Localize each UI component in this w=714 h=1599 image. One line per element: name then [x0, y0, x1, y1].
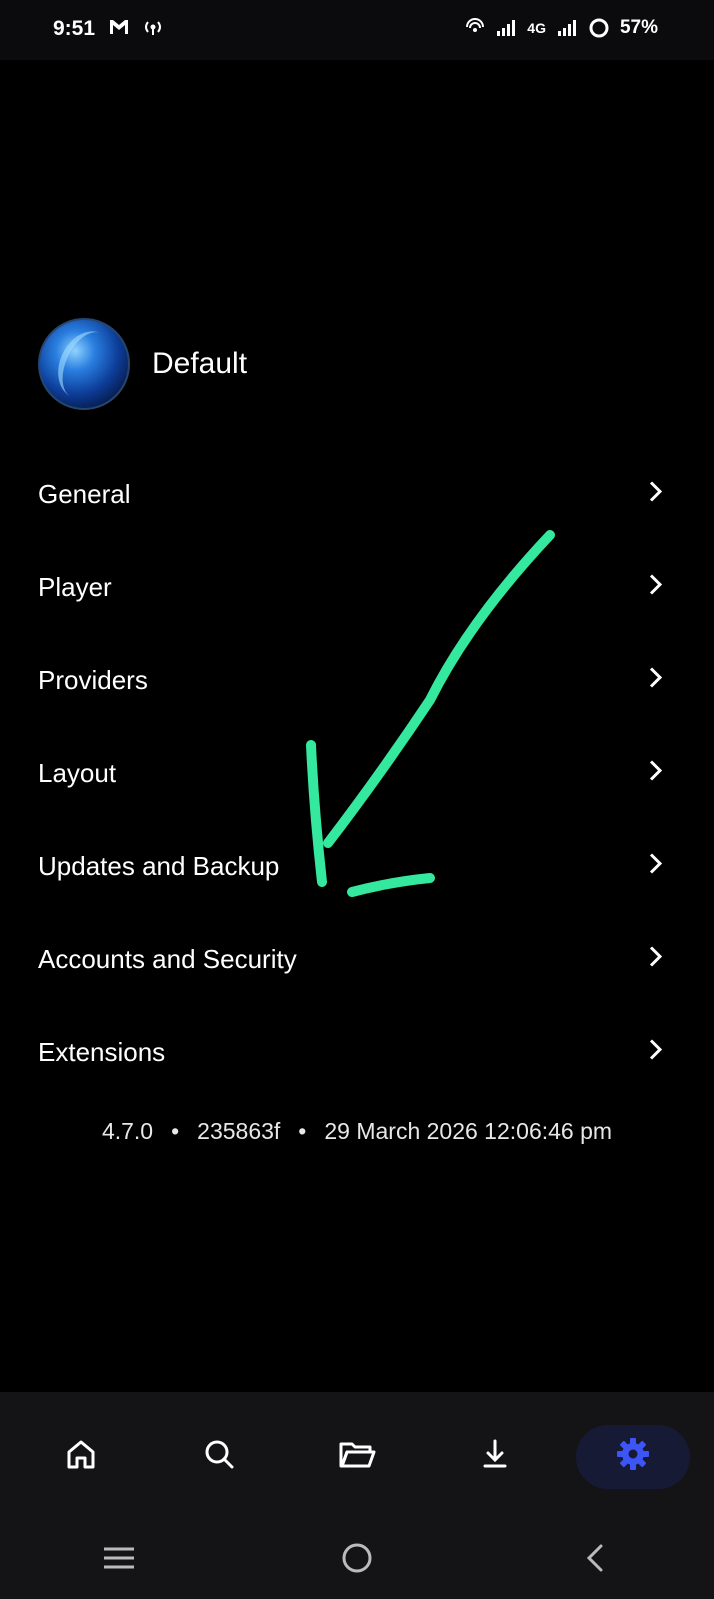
menu-item-label: Layout	[38, 758, 117, 788]
menu-item-layout[interactable]: Layout	[0, 727, 714, 820]
back-chevron-icon	[583, 1542, 607, 1579]
menu-item-general[interactable]: General	[0, 448, 714, 541]
menu-item-label: Player	[38, 572, 112, 602]
nav-home[interactable]	[24, 1425, 138, 1489]
chevron-right-icon	[648, 944, 664, 975]
bottom-nav	[0, 1392, 714, 1521]
version-info: 4.7.0 • 235863f • 29 March 2026 12:06:46 pm	[101, 1118, 613, 1144]
gmail-icon	[108, 18, 130, 41]
menu-item-providers[interactable]: Providers	[0, 634, 714, 727]
circle-home-icon	[340, 1541, 374, 1580]
settings-icon	[614, 1435, 652, 1478]
system-nav-bar	[0, 1521, 714, 1599]
commit-hash: 235863f	[197, 1118, 281, 1144]
back-button[interactable]	[555, 1530, 635, 1590]
hotspot-icon	[140, 18, 166, 41]
nav-downloads[interactable]	[438, 1425, 552, 1489]
build-date: 29 March 2026 12:06:46 pm	[324, 1118, 613, 1144]
avatar[interactable]	[38, 318, 130, 410]
menu-item-label: Updates and Backup	[38, 851, 280, 881]
recents-button[interactable]	[79, 1530, 159, 1590]
menu-item-label: Providers	[38, 665, 148, 695]
download-icon	[477, 1436, 513, 1477]
status-time: 9:51	[53, 17, 96, 40]
menu-item-updates-and-backup[interactable]: Updates and Backup	[0, 820, 714, 913]
battery-percent: 57%	[619, 17, 658, 38]
version-number: 4.7.0	[101, 1118, 154, 1144]
menu-item-accounts-and-security[interactable]: Accounts and Security	[0, 913, 714, 1006]
chevron-right-icon	[648, 851, 664, 882]
network-type: 4G	[527, 20, 546, 36]
menu-lines-icon	[101, 1544, 137, 1577]
status-bar: 9:51 4G 57%	[0, 0, 714, 60]
wifi-calling-icon	[465, 18, 485, 38]
menu-item-player[interactable]: Player	[0, 541, 714, 634]
signal-icon-2	[556, 19, 578, 37]
chevron-right-icon	[648, 572, 664, 603]
search-icon	[201, 1436, 237, 1477]
chevron-right-icon	[648, 1037, 664, 1068]
profile-row[interactable]: Default	[38, 318, 247, 410]
settings-menu: General Player Providers Layout Updates …	[0, 448, 714, 1099]
nav-library[interactable]	[300, 1425, 414, 1489]
home-button[interactable]	[317, 1530, 397, 1590]
chevron-right-icon	[648, 479, 664, 510]
menu-item-label: Extensions	[38, 1037, 166, 1067]
chevron-right-icon	[648, 758, 664, 789]
home-icon	[63, 1436, 99, 1477]
profile-name: Default	[152, 347, 248, 380]
menu-item-label: General	[38, 479, 131, 509]
battery-saver-icon	[588, 17, 610, 39]
folder-icon	[337, 1436, 377, 1477]
nav-search[interactable]	[162, 1425, 276, 1489]
menu-item-extensions[interactable]: Extensions	[0, 1006, 714, 1099]
chevron-right-icon	[648, 665, 664, 696]
nav-settings[interactable]	[576, 1424, 690, 1489]
menu-item-label: Accounts and Security	[38, 944, 297, 974]
signal-icon	[495, 19, 517, 37]
